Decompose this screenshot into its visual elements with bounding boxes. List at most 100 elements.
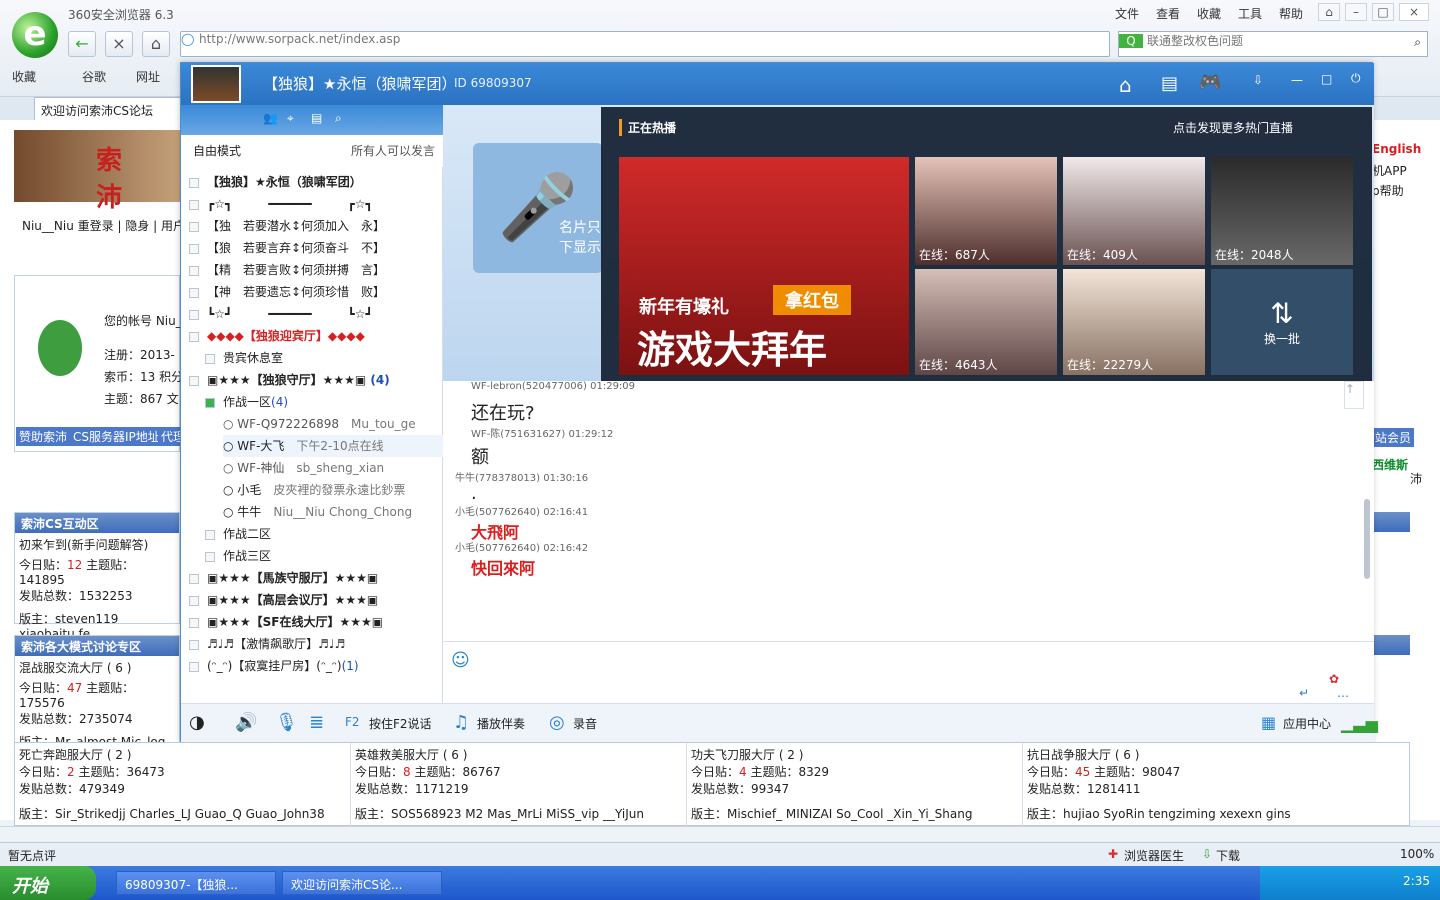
member-niuniu[interactable]: ○ 牛牛 Niu__Niu Chong_Chong <box>223 501 473 523</box>
channel-banner-bottom[interactable]: ┗☆┛ ━━━━━━ ┗☆┛ <box>189 303 439 325</box>
emoji-icon[interactable]: ☺ <box>451 650 470 671</box>
bookmark-google[interactable]: 谷歌 <box>82 68 106 85</box>
live-thumb-3[interactable]: 在线：2048人 <box>1211 157 1353 265</box>
home-button[interactable]: ⌂ <box>142 31 170 57</box>
search-icon[interactable]: ⌕ <box>335 111 342 126</box>
chat-meta-2: WF-陈(751631627) 01:29:12 <box>471 429 614 440</box>
menu-tools[interactable]: 工具 <box>1238 5 1262 22</box>
bookmark-favorites[interactable]: 收藏 <box>12 68 36 85</box>
browser-doctor[interactable]: 浏览器医生 <box>1124 847 1184 864</box>
live-more[interactable]: 点击发现更多热门直播 <box>1173 119 1293 136</box>
menu-file[interactable]: 文件 <box>1115 5 1139 22</box>
board-icon[interactable]: ▤ <box>311 111 322 125</box>
help-link[interactable]: p帮助 <box>1372 182 1404 199</box>
back-button[interactable]: ← <box>68 31 96 57</box>
min-icon[interactable]: — <box>1291 73 1303 87</box>
english-link[interactable]: English <box>1372 142 1421 156</box>
board-name[interactable]: 初来乍到(新手问题解答) <box>15 533 179 556</box>
channel-vip-room[interactable]: 贵宾休息室 <box>205 347 455 369</box>
address-bar[interactable]: ◯ http://www.sorpack.net/index.asp <box>180 31 1110 57</box>
stop-button[interactable]: × <box>105 31 133 57</box>
board-death-run[interactable]: 死亡奔跑服大厅 ( 2 ) 今日贴：2 主题贴：36473 发贴总数：479349 版… <box>15 743 351 827</box>
live-thumb-1[interactable]: 在线：687人 <box>915 157 1057 265</box>
menu-favorites[interactable]: 收藏 <box>1197 5 1221 22</box>
chat-mode-icon[interactable]: … <box>1337 686 1349 700</box>
forum-board-table: 死亡奔跑服大厅 ( 2 ) 今日贴：2 主题贴：36473 发贴总数：479349 版… <box>14 742 1410 827</box>
channel-meeting[interactable]: ▣★★★【高层会议厅】★★★▣ <box>189 589 439 611</box>
minimize-icon[interactable]: – <box>1345 3 1367 21</box>
start-button[interactable]: 开始 <box>0 866 96 900</box>
banner-promo[interactable]: 新年有壕礼 拿红包 游戏大拜年 <box>619 157 909 375</box>
channel-line-3[interactable]: 【精 若要言败↕何须拼搏 言】 <box>189 259 439 281</box>
chat-scrollbar[interactable] <box>1364 499 1370 579</box>
member-q972226898[interactable]: ○ WF-Q972226898 Mu_tou_ge <box>223 413 473 435</box>
channel-battle-3[interactable]: 作战三区 <box>205 545 455 567</box>
channel-battle-2[interactable]: 作战二区 <box>205 523 455 545</box>
banner-text-3: 游戏大拜年 <box>637 328 828 372</box>
close-icon[interactable]: × <box>1399 3 1429 21</box>
scroll-up-icon[interactable]: ↑ <box>1344 381 1364 409</box>
mic-button-icon[interactable]: 🎙 <box>275 712 298 733</box>
channel-song[interactable]: ♬♩♬【激情飙歌厅】♬♩♬ <box>189 633 439 655</box>
channel-line-1[interactable]: 【独 若要潜水↕何须加入 永】 <box>189 215 439 237</box>
refresh-button[interactable]: ⇅ 换一批 <box>1211 269 1353 375</box>
channel-mazu[interactable]: ▣★★★【馬族守服厅】★★★▣ <box>189 567 439 589</box>
user-links[interactable]: Niu__Niu 重登录 | 隐身 | 用户 <box>22 217 185 234</box>
play-accompaniment[interactable]: 播放伴奏 <box>477 715 525 732</box>
board-hero-save[interactable]: 英雄救美服大厅 ( 6 ) 今日贴：8 主题贴：86767 发贴总数：1171219… <box>351 743 687 827</box>
channel-battle-1[interactable]: 作战一区(4) <box>205 391 455 413</box>
download-icon[interactable]: ⇩ <box>1253 73 1263 87</box>
register-date: 注册：2013- <box>104 348 175 362</box>
notes-icon[interactable]: ▤ <box>1161 73 1178 94</box>
menu-view[interactable]: 查看 <box>1156 5 1180 22</box>
members-icon[interactable]: 👥 <box>263 111 278 125</box>
location-icon[interactable]: ⌖ <box>287 111 294 126</box>
zoom-level[interactable]: 100% <box>1400 847 1434 861</box>
live-thumb-4[interactable]: 在线：4643人 <box>915 269 1057 375</box>
horizontal-scrollbar[interactable] <box>0 826 1440 842</box>
address-text: http://www.sorpack.net/index.asp <box>199 32 401 46</box>
channel-welcome[interactable]: ◆◆◆◆【独狼迎宾厅】◆◆◆◆ <box>189 325 439 347</box>
sponsor-link[interactable]: 赞助索沛 <box>16 427 71 446</box>
member-shenxian[interactable]: ○ WF-神仙 sb_sheng_xian <box>223 457 473 479</box>
task-browser[interactable]: 欢迎访问索沛CS论... <box>282 871 442 895</box>
search-icon[interactable]: ⌕ <box>1414 35 1421 50</box>
power-icon[interactable]: ⏻ <box>1351 71 1361 86</box>
input-box[interactable]: ☺ ✿ ↵ … <box>443 641 1374 703</box>
channel-line-4[interactable]: 【神 若要遗忘↕何须珍惜 败】 <box>189 281 439 303</box>
channel-guard-hall[interactable]: ▣★★★【独狼守厅】★★★▣ (4) <box>189 369 439 391</box>
live-thumb-2[interactable]: 在线：409人 <box>1063 157 1205 265</box>
member-dafei[interactable]: ○ WF-大飞 下午2-10点在线 <box>223 435 473 457</box>
board-kungfu-knife[interactable]: 功夫飞刀服大厅 ( 2 ) 今日贴：4 主题贴：8329 发贴总数：99347 版主：… <box>687 743 1023 827</box>
send-icon[interactable]: ↵ <box>1299 686 1309 700</box>
board-name-mixed[interactable]: 混战服交流大厅 ( 6 ) <box>15 656 179 679</box>
max-icon[interactable]: □ <box>1321 72 1332 86</box>
app-link[interactable]: 机APP <box>1372 162 1407 179</box>
server-ip-link[interactable]: CS服务器IP地址 <box>70 427 163 446</box>
speaker-icon[interactable]: 🔊 <box>235 712 257 733</box>
member-link[interactable]: 站会员 <box>1372 428 1415 447</box>
live-thumb-5[interactable]: 在线：22279人 <box>1063 269 1205 375</box>
channel-sf-online[interactable]: ▣★★★【SF在线大厅】★★★▣ <box>189 611 439 633</box>
game-icon[interactable]: 🎮 <box>1199 72 1221 93</box>
channel-lonely-room[interactable]: (ᵔ_ᵔ)【寂寞挂尸房】(ᵔ_ᵔ)(1) <box>189 655 439 677</box>
channel-line-2[interactable]: 【狼 若要言弃↕何须奋斗 不】 <box>189 237 439 259</box>
board-anti-war[interactable]: 抗日战争服大厅 ( 6 ) 今日贴：45 主题贴：98047 发贴总数：128141… <box>1023 743 1409 827</box>
home-icon[interactable]: ⌂ <box>1119 73 1132 97</box>
record-button[interactable]: 录音 <box>573 715 597 732</box>
equalizer-icon[interactable]: ≣ <box>309 712 324 733</box>
app-center[interactable]: 应用中心 <box>1283 715 1331 732</box>
download-button[interactable]: 下载 <box>1216 847 1240 864</box>
maximize-icon[interactable]: □ <box>1372 3 1394 21</box>
menu-help[interactable]: 帮助 <box>1279 5 1303 22</box>
bookmark-sites[interactable]: 网址 <box>136 68 160 85</box>
member-xiaomao[interactable]: ○ 小毛 皮夾裡的發票永遠比鈔票 <box>223 479 473 501</box>
channel-root[interactable]: 【独狼】★永恒（狼啸军团） <box>189 171 439 193</box>
channel-banner-top[interactable]: ┏☆┓ ━━━━━━ ┏☆┓ <box>189 193 439 215</box>
search-box[interactable]: Q 联通整改权色问题 ⌕ <box>1118 31 1428 57</box>
restore-icon[interactable]: ⌂ <box>1318 3 1340 21</box>
tab-forum[interactable]: 欢迎访问索沛CS论坛 <box>34 97 184 121</box>
push-to-talk[interactable]: 按住F2说话 <box>369 715 432 732</box>
flower-icon[interactable]: ✿ <box>1329 672 1339 686</box>
task-qq-group[interactable]: 69809307-【独狼... <box>116 871 276 895</box>
